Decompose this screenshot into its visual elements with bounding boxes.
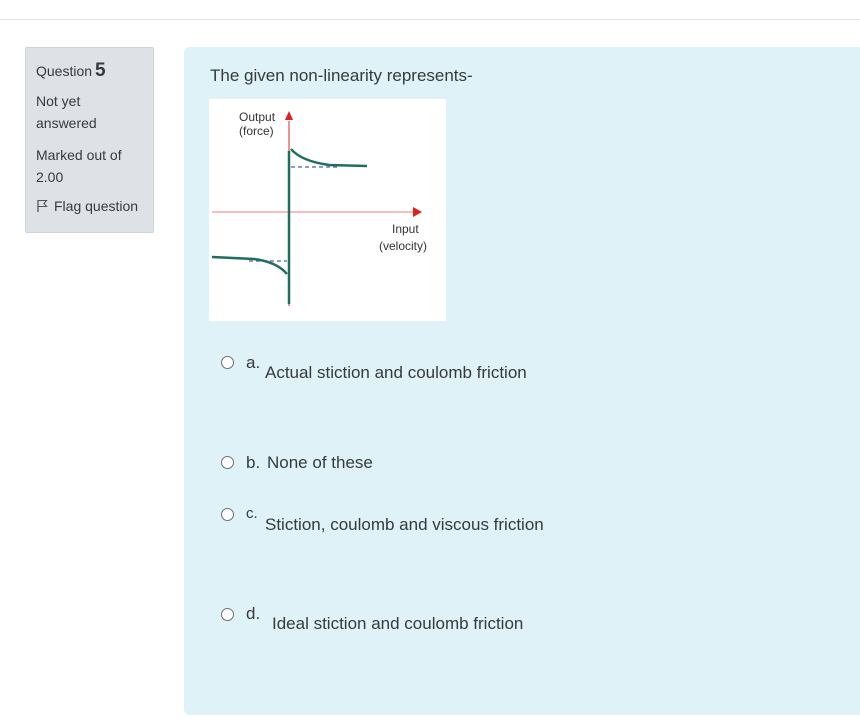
radio-unchecked-icon[interactable]	[221, 608, 234, 621]
y-label-line-1: Output	[239, 110, 276, 124]
question-number-value: 5	[95, 60, 106, 81]
question-grade: Marked out of 2.00	[36, 144, 143, 188]
option-d-text[interactable]: Ideal stiction and coulomb friction	[272, 614, 523, 634]
flag-question-link[interactable]: Flag question	[36, 198, 143, 214]
state-line-1: Not yet	[36, 93, 81, 109]
question-content-panel: The given non-linearity represents- Outp…	[184, 47, 860, 715]
y-label-line-2: (force)	[239, 124, 274, 138]
grade-line-1: Marked out of	[36, 147, 122, 163]
question-info-panel: Question 5 Not yet answered Marked out of…	[25, 47, 154, 233]
grade-line-2: 2.00	[36, 169, 64, 185]
question-number: Question 5	[36, 60, 143, 82]
x-label-line-2: (velocity)	[379, 239, 427, 253]
question-text: The given non-linearity represents-	[210, 66, 473, 85]
x-axis-arrow	[413, 207, 422, 217]
question-state: Not yet answered	[36, 90, 143, 134]
top-divider	[0, 19, 860, 20]
x-label-line-1: Input	[392, 222, 419, 236]
flag-question-label: Flag question	[54, 198, 139, 214]
option-b-text[interactable]: None of these	[267, 453, 373, 473]
flag-outline-icon	[37, 199, 48, 212]
option-a-letter: a.	[246, 353, 261, 372]
question-label: Question	[36, 63, 93, 79]
radio-unchecked-icon[interactable]	[221, 456, 234, 469]
state-line-2: answered	[36, 115, 97, 131]
y-axis-arrow	[285, 111, 293, 120]
option-c-letter: c.	[246, 505, 258, 522]
lower-branch-curve	[211, 255, 288, 275]
radio-unchecked-icon[interactable]	[221, 508, 234, 521]
upper-branch-curve	[290, 148, 368, 168]
nonlinearity-figure: Output (force) Input (velocity)	[209, 99, 446, 321]
option-a-text[interactable]: Actual stiction and coulomb friction	[265, 363, 527, 383]
option-d-letter: d.	[246, 604, 261, 623]
radio-unchecked-icon[interactable]	[221, 356, 234, 369]
option-b-letter: b.	[246, 453, 261, 472]
option-c-text[interactable]: Stiction, coulomb and viscous friction	[265, 515, 544, 535]
nonlinearity-graph: Output (force) Input (velocity)	[211, 110, 427, 306]
